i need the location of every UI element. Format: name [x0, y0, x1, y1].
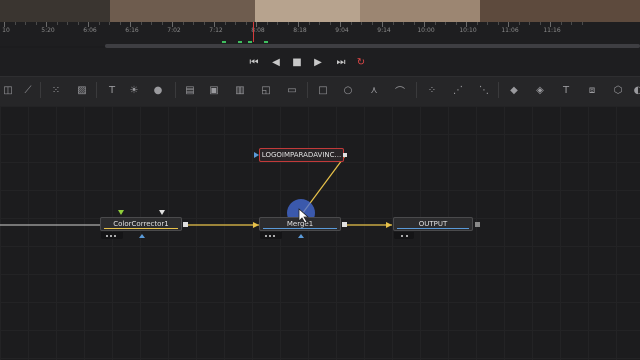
logo-loader-node[interactable]: LOGOIMPARADAVINC... — [259, 148, 344, 162]
merge-node-toggles[interactable] — [260, 232, 282, 239]
merge-output-port[interactable] — [342, 222, 347, 227]
logo-node-label: LOGOIMPARADAVINC... — [261, 151, 342, 159]
colorcorrector-status-bar — [104, 228, 178, 229]
output-node-toggles[interactable] — [394, 232, 414, 239]
output-port[interactable] — [475, 222, 480, 227]
colorcorrector-node[interactable]: ColorCorrector1 — [100, 217, 182, 231]
mouse-pointer-icon — [298, 208, 310, 224]
merge-to-output-arrow — [386, 222, 392, 228]
cc-output-port[interactable] — [183, 222, 188, 227]
cc-node-toggles[interactable] — [101, 232, 123, 239]
cc-foreground-input[interactable] — [118, 210, 124, 215]
toggle-dot — [110, 235, 112, 237]
node-connections — [0, 155, 392, 228]
toggle-dot — [406, 235, 408, 237]
colorcorrector-node-label: ColorCorrector1 — [113, 220, 169, 228]
toggle-dot — [114, 235, 116, 237]
output-node-label: OUTPUT — [418, 220, 448, 228]
toggle-dot — [401, 235, 403, 237]
toggle-dot — [265, 235, 267, 237]
merge-bg-input[interactable] — [298, 234, 304, 238]
merge-status-bar — [263, 228, 337, 229]
cc-mask-input[interactable] — [159, 210, 165, 215]
toggle-dot — [269, 235, 271, 237]
toggle-dot — [273, 235, 275, 237]
output-status-bar — [397, 228, 469, 229]
cc-bg-input[interactable] — [139, 234, 145, 238]
toggle-dot — [106, 235, 108, 237]
output-node[interactable]: OUTPUT — [393, 217, 473, 231]
logo-output-port[interactable] — [343, 153, 347, 157]
